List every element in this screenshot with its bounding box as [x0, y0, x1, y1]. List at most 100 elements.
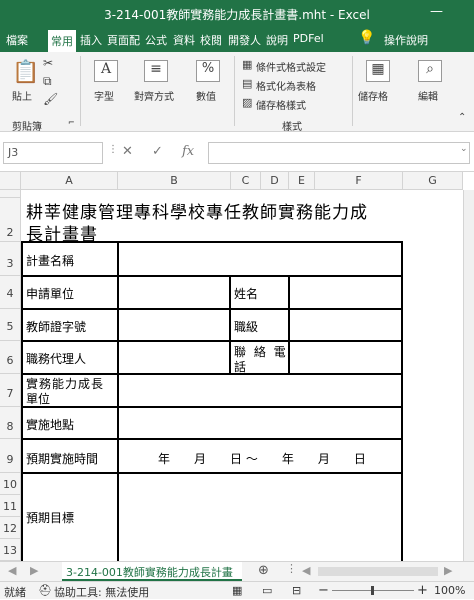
tab-page-layout[interactable]: 頁面配	[107, 32, 140, 48]
ribbon-tabs: 檔案 常用 插入 頁面配 公式 資料 校閱 開發人 說明 PDFel 💡 操作說…	[0, 28, 474, 52]
cells-icon[interactable]: ▦	[366, 60, 390, 82]
border-line	[21, 275, 403, 277]
tab-file[interactable]: 檔案	[6, 32, 28, 48]
row-header-1[interactable]	[0, 190, 21, 198]
row-header-11[interactable]: 11	[0, 495, 21, 517]
normal-view-icon[interactable]: ▦	[232, 584, 242, 597]
page-break-icon[interactable]: ⊟	[292, 584, 301, 597]
format-painter-icon[interactable]: 🖌	[43, 92, 58, 106]
tab-data[interactable]: 資料	[173, 32, 195, 48]
cond-format-button[interactable]: 條件式格式設定	[256, 59, 326, 74]
column-header-e[interactable]: E	[289, 172, 315, 190]
cells-button[interactable]: 儲存格	[358, 88, 388, 103]
edit-button[interactable]: 編輯	[418, 88, 438, 103]
label-practice-cont: 單位	[26, 392, 51, 406]
styles-group-label: 樣式	[282, 122, 302, 133]
add-sheet-icon[interactable]: ⊕	[258, 563, 269, 578]
tell-me-search[interactable]: 操作說明	[384, 32, 428, 48]
paste-icon[interactable]: 📋	[12, 60, 39, 85]
sheet-tab[interactable]: 3-214-001教師實務能力成長計畫	[62, 562, 242, 581]
cond-format-icon: ▦	[242, 58, 253, 71]
paste-button[interactable]: 貼上	[12, 88, 32, 103]
status-bar: 就緒 ⛑ 協助工具: 無法使用 ▦ ▭ ⊟ − + 100%	[0, 581, 474, 599]
page-layout-icon[interactable]: ▭	[262, 584, 272, 597]
prev-sheet-icon[interactable]: ◀	[8, 564, 16, 577]
insert-function-icon[interactable]: fx	[182, 144, 194, 159]
label-goal: 預期目標	[26, 511, 75, 525]
ribbon: 📋 ✂ ⧉ 🖌 貼上 剪貼簿 ⌐ A 字型 ≡ 對齊方式 % 數值 ▦ 條件式格…	[0, 52, 474, 133]
row-header-12[interactable]: 12	[0, 517, 21, 539]
label-rank: 職級	[234, 320, 259, 334]
row-header-4[interactable]: 4	[0, 276, 21, 309]
zoom-slider-thumb[interactable]	[371, 586, 374, 595]
zoom-out-icon[interactable]: −	[318, 583, 329, 598]
align-button[interactable]: 對齊方式	[134, 88, 174, 103]
zoom-level[interactable]: 100%	[434, 584, 465, 597]
window-title: 3-214-001教師實務能力成長計畫書.mht - Excel	[104, 8, 370, 22]
row-header-7[interactable]: 7	[0, 374, 21, 407]
column-header-c[interactable]: C	[231, 172, 261, 190]
formula-input[interactable]	[208, 142, 470, 164]
label-name: 姓名	[234, 287, 259, 301]
row-header-13[interactable]: 13	[0, 539, 21, 561]
tab-help[interactable]: 說明	[266, 32, 288, 48]
row-header-9[interactable]: 9	[0, 439, 21, 473]
column-header-a[interactable]: A	[21, 172, 118, 190]
column-header-f[interactable]: F	[315, 172, 403, 190]
cancel-icon[interactable]: ✕	[122, 144, 133, 159]
row-header-6[interactable]: 6	[0, 341, 21, 374]
label-location: 實施地點	[26, 418, 75, 432]
font-icon[interactable]: A	[94, 60, 118, 82]
cut-icon[interactable]: ✂	[43, 56, 53, 70]
scroll-left-icon[interactable]: ◀	[302, 564, 310, 577]
tab-pdfelement[interactable]: PDFel	[293, 32, 324, 45]
tab-home[interactable]: 常用	[48, 30, 76, 52]
tab-formulas[interactable]: 公式	[145, 32, 167, 48]
vertical-scrollbar[interactable]	[463, 190, 474, 561]
dialog-launcher-icon[interactable]: ⌐	[68, 118, 75, 127]
tab-insert[interactable]: 插入	[80, 32, 102, 48]
row-header-3[interactable]: 3	[0, 242, 21, 276]
collapse-ribbon-icon[interactable]: ⌃	[458, 112, 466, 123]
border-line	[21, 241, 403, 243]
name-box[interactable]: J3	[3, 142, 103, 164]
tab-review[interactable]: 校閱	[200, 32, 222, 48]
align-icon[interactable]: ≡	[144, 60, 168, 82]
tab-developer[interactable]: 開發人	[228, 32, 261, 48]
format-table-button[interactable]: 格式化為表格	[256, 78, 316, 93]
lightbulb-icon[interactable]: 💡	[358, 30, 375, 46]
select-all[interactable]	[0, 172, 21, 190]
search-icon[interactable]: ⌕	[418, 60, 442, 82]
worksheet-grid[interactable]: A B C D E F G 2 3 4 5 6 7 8 9 10 11 12 1…	[0, 172, 474, 561]
sheet-options-icon[interactable]: ⋮	[286, 562, 297, 575]
percent-icon[interactable]: %	[196, 60, 220, 82]
border-line	[401, 241, 403, 561]
cell-styles-button[interactable]: 儲存格樣式	[256, 97, 306, 112]
border-line	[117, 241, 119, 561]
scroll-right-icon[interactable]: ▶	[444, 564, 452, 577]
column-header-g[interactable]: G	[403, 172, 463, 190]
label-applicant-unit: 申請單位	[26, 287, 75, 301]
zoom-in-icon[interactable]: +	[417, 583, 428, 598]
next-sheet-icon[interactable]: ▶	[30, 564, 38, 577]
column-header-d[interactable]: D	[261, 172, 289, 190]
label-plan-name: 計畫名稱	[26, 254, 75, 268]
number-button[interactable]: 數值	[196, 88, 216, 103]
minimize-button[interactable]: —	[430, 4, 443, 19]
column-header-b[interactable]: B	[118, 172, 231, 190]
enter-icon[interactable]: ✓	[152, 144, 163, 159]
chevron-down-icon[interactable]: ⌄	[460, 144, 468, 154]
font-button[interactable]: 字型	[94, 88, 114, 103]
copy-icon[interactable]: ⧉	[43, 74, 52, 89]
horizontal-scrollbar[interactable]	[318, 567, 438, 576]
clipboard-group-label: 剪貼簿	[12, 122, 42, 133]
row-header-10[interactable]: 10	[0, 473, 21, 495]
border-line	[229, 275, 231, 374]
ribbon-separator	[234, 56, 235, 126]
border-line	[21, 241, 23, 561]
row-header-8[interactable]: 8	[0, 407, 21, 439]
row-header-2[interactable]: 2	[0, 198, 21, 242]
row-header-5[interactable]: 5	[0, 309, 21, 341]
accessibility-status[interactable]: 協助工具: 無法使用	[54, 584, 149, 600]
border-line	[21, 340, 403, 342]
